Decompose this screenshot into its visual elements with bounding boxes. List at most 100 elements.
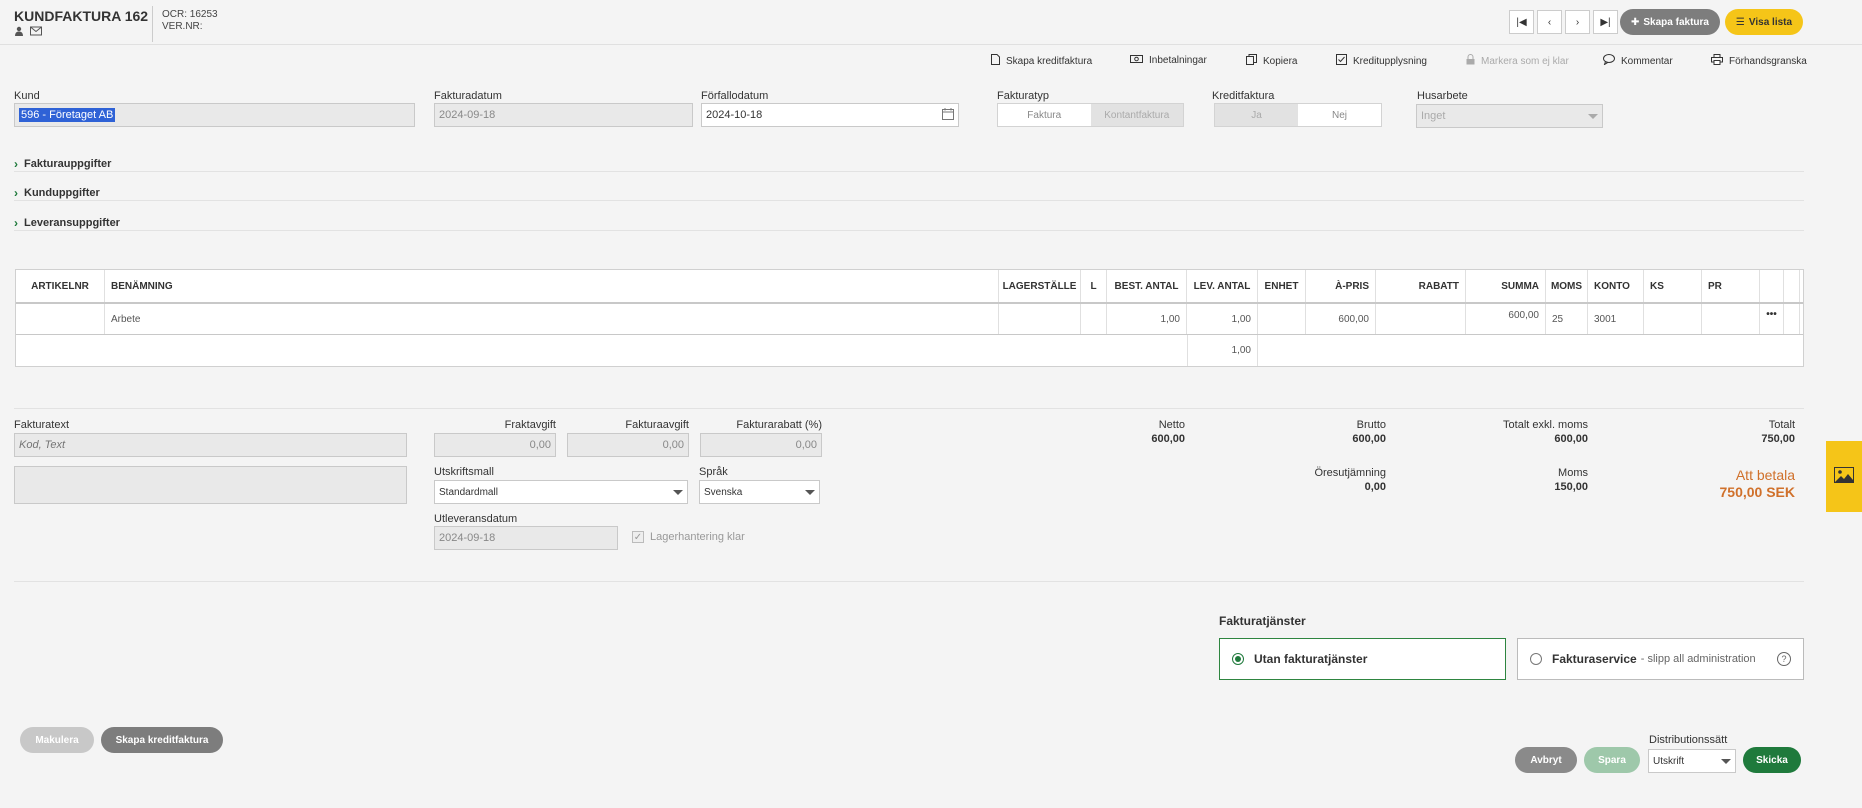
prev-invoice-button[interactable]: ‹ xyxy=(1537,10,1562,34)
services-title: Fakturatjänster xyxy=(1219,614,1306,628)
credit-check-action[interactable]: Kreditupplysning xyxy=(1336,54,1427,68)
cell-artikelnr[interactable] xyxy=(16,304,105,334)
fakturatext-input[interactable] xyxy=(14,433,407,457)
checkbox-check-icon: ✓ xyxy=(632,531,644,543)
cell-rabatt[interactable] xyxy=(1376,304,1466,334)
chevron-down-icon xyxy=(1588,113,1598,119)
send-button[interactable]: Skicka xyxy=(1743,747,1801,773)
col-summa[interactable]: SUMMA xyxy=(1466,270,1546,302)
col-rabatt[interactable]: RABATT xyxy=(1376,270,1466,302)
kreditfaktura-ja[interactable]: Ja xyxy=(1215,104,1298,126)
kund-input[interactable]: 596 - Företaget AB xyxy=(14,103,415,127)
lock-icon xyxy=(1466,54,1475,68)
create-invoice-button[interactable]: ✚ Skapa faktura xyxy=(1620,9,1720,35)
col-best-antal[interactable]: BEST. ANTAL xyxy=(1107,270,1187,302)
col-moms[interactable]: MOMS xyxy=(1546,270,1588,302)
fakturatext-area[interactable] xyxy=(14,466,407,504)
section-kunduppgifter[interactable]: › Kunduppgifter xyxy=(14,186,100,200)
col-artikelnr[interactable]: ARTIKELNR xyxy=(16,270,105,302)
save-button[interactable]: Spara xyxy=(1584,747,1640,773)
fraktavgift-input[interactable]: 0,00 xyxy=(434,433,556,457)
cell-ks[interactable] xyxy=(1644,304,1702,334)
mail-icon[interactable] xyxy=(30,26,42,36)
exkl-moms-label: Totalt exkl. moms xyxy=(1503,419,1588,431)
chevron-right-icon: › xyxy=(1575,16,1580,28)
next-invoice-button[interactable]: › xyxy=(1565,10,1590,34)
section-leveransuppgifter[interactable]: › Leveransuppgifter xyxy=(14,216,120,230)
page-title: KUNDFAKTURA 162 xyxy=(14,8,149,24)
create-credit-invoice-button[interactable]: Skapa kreditfaktura xyxy=(101,727,223,753)
col-actions xyxy=(1760,270,1784,302)
comment-icon xyxy=(1603,54,1615,68)
lagerhantering-checkbox[interactable]: ✓ Lagerhantering klar xyxy=(632,531,745,543)
kreditfaktura-nej[interactable]: Nej xyxy=(1298,104,1381,126)
chevron-right-icon: › xyxy=(14,216,18,230)
print-icon xyxy=(1711,54,1723,68)
last-icon: ▶| xyxy=(1600,16,1611,28)
row-menu-icon[interactable]: ••• xyxy=(1760,304,1784,334)
help-icon[interactable]: ? xyxy=(1777,652,1791,666)
calendar-icon[interactable] xyxy=(942,107,954,123)
col-l[interactable]: L xyxy=(1081,270,1107,302)
radio-unselected xyxy=(1530,653,1542,665)
section-fakturauppgifter[interactable]: › Fakturauppgifter xyxy=(14,157,111,171)
chevron-down-icon xyxy=(1721,758,1731,764)
fakturadatum-input[interactable]: 2024-09-18 xyxy=(434,103,693,127)
service-option-fakturaservice[interactable]: Fakturaservice - slipp all administratio… xyxy=(1517,638,1804,680)
col-benamning[interactable]: BENÄMNING xyxy=(105,270,999,302)
utskriftsmall-select[interactable]: Standardmall xyxy=(434,480,688,504)
distribution-label: Distributionssätt xyxy=(1649,734,1728,746)
cell-l[interactable] xyxy=(1081,304,1107,334)
utleveransdatum-input[interactable]: 2024-09-18 xyxy=(434,526,618,550)
payments-action[interactable]: Inbetalningar xyxy=(1130,54,1207,67)
create-credit-invoice-action[interactable]: Skapa kreditfaktura xyxy=(991,54,1092,68)
cancel-button[interactable]: Avbryt xyxy=(1515,747,1577,773)
sprak-select[interactable]: Svenska xyxy=(699,480,820,504)
copy-action[interactable]: Kopiera xyxy=(1246,54,1297,68)
cell-pr[interactable] xyxy=(1702,304,1760,334)
comment-action[interactable]: Kommentar xyxy=(1603,54,1673,68)
moms-value: 150,00 xyxy=(1554,481,1588,493)
cell-konto[interactable]: 3001 xyxy=(1588,304,1644,334)
preview-action[interactable]: Förhandsgranska xyxy=(1711,54,1807,68)
cell-summa: 600,00 xyxy=(1466,304,1546,334)
fakturatyp-kontant[interactable]: Kontantfaktura xyxy=(1090,104,1183,126)
image-icon xyxy=(1834,467,1854,486)
col-enhet[interactable]: ENHET xyxy=(1258,270,1306,302)
cell-lev-antal[interactable]: 1,00 xyxy=(1187,304,1258,334)
fakturatext-label: Fakturatext xyxy=(14,419,70,431)
col-konto[interactable]: KONTO xyxy=(1588,270,1644,302)
mark-not-done-action[interactable]: Markera som ej klar xyxy=(1466,54,1569,68)
col-ks[interactable]: KS xyxy=(1644,270,1702,302)
cell-benamning[interactable]: Arbete xyxy=(105,304,999,334)
exkl-moms-value: 600,00 xyxy=(1554,433,1588,445)
cell-moms[interactable]: 25 xyxy=(1546,304,1588,334)
first-invoice-button[interactable]: |◀ xyxy=(1509,10,1534,34)
header-separator xyxy=(152,6,153,42)
kreditfaktura-label: Kreditfaktura xyxy=(1212,90,1275,102)
fakturarabatt-input[interactable]: 0,00 xyxy=(700,433,822,457)
cell-a-pris[interactable]: 600,00 xyxy=(1306,304,1376,334)
cell-enhet[interactable] xyxy=(1258,304,1306,334)
col-a-pris[interactable]: À-PRIS xyxy=(1306,270,1376,302)
makulera-button[interactable]: Makulera xyxy=(20,727,94,753)
col-lev-antal[interactable]: LEV. ANTAL xyxy=(1187,270,1258,302)
service-option-none[interactable]: Utan fakturatjänster xyxy=(1219,638,1506,680)
show-list-button[interactable]: ☰ Visa lista xyxy=(1725,9,1803,35)
col-lagerstalle[interactable]: LAGERSTÄLLE xyxy=(999,270,1081,302)
forfallodatum-input[interactable]: 2024-10-18 xyxy=(701,103,959,127)
col-pr[interactable]: PR xyxy=(1702,270,1760,302)
husarbete-select[interactable]: Inget xyxy=(1416,104,1603,128)
last-invoice-button[interactable]: ▶| xyxy=(1593,10,1618,34)
chevron-down-icon xyxy=(673,489,683,495)
user-icon[interactable] xyxy=(14,26,24,36)
invoice-rows-table: ARTIKELNR BENÄMNING LAGERSTÄLLE L BEST. … xyxy=(15,269,1804,367)
image-side-tab[interactable] xyxy=(1826,441,1862,512)
distribution-select[interactable]: Utskrift xyxy=(1648,749,1736,773)
cell-best-antal[interactable]: 1,00 xyxy=(1107,304,1187,334)
fakturaavgift-input[interactable]: 0,00 xyxy=(567,433,689,457)
fakturatyp-toggle: Faktura Kontantfaktura xyxy=(997,103,1184,127)
fakturatyp-faktura[interactable]: Faktura xyxy=(998,104,1091,126)
cell-lagerstalle[interactable] xyxy=(999,304,1081,334)
moms-label: Moms xyxy=(1558,467,1588,479)
